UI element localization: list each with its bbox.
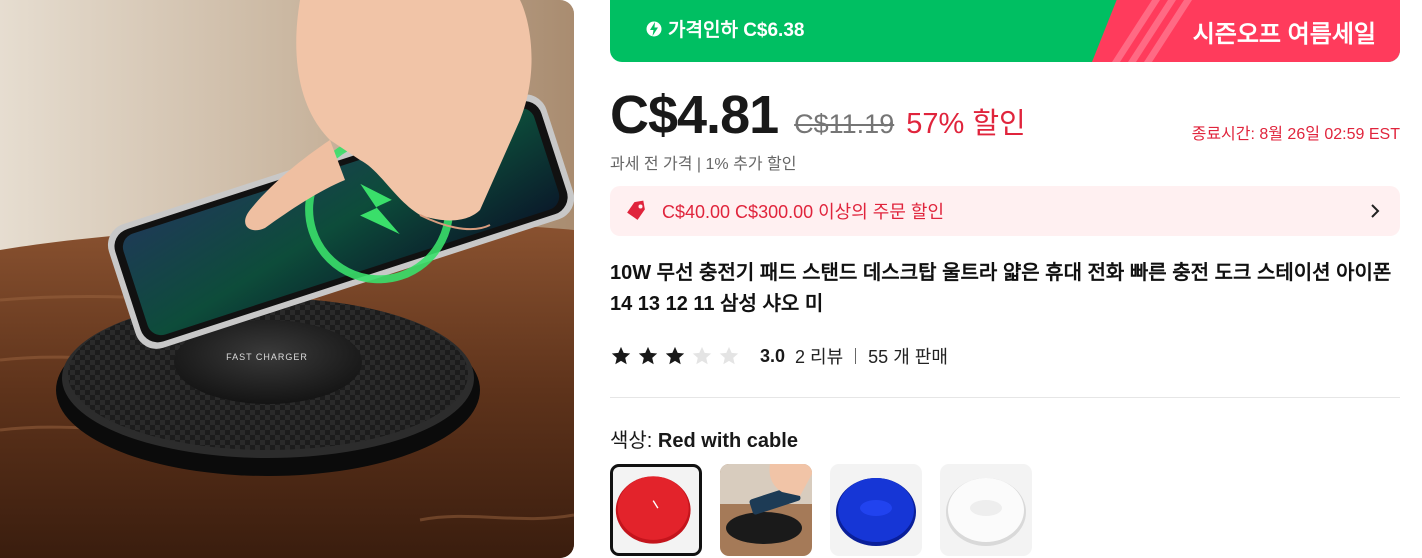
color-option-blue[interactable]	[830, 464, 922, 556]
sale-banner[interactable]: 가격인하 C$6.38 시즌오프 여름세일	[610, 0, 1400, 62]
season-sale-text: 시즌오프 여름세일	[1192, 21, 1376, 48]
discount-percent: 57% 할인	[906, 108, 1026, 140]
coupon-bar[interactable]: C$40.00 C$300.00 이상의 주문 할인	[610, 186, 1400, 236]
color-selected-value: Red with cable	[657, 430, 798, 452]
tax-note: 과세 전 가격 | 1% 추가 할인	[610, 156, 797, 173]
rating-row[interactable]: 3.0 2 리뷰 55 개 판매	[610, 343, 948, 369]
review-count[interactable]: 2 리뷰	[795, 343, 843, 369]
coupon-text: C$40.00 C$300.00 이상의 주문 할인	[662, 202, 945, 222]
blue-charger-thumb	[836, 478, 916, 546]
color-option-photo[interactable]	[720, 464, 812, 556]
star-filled-icon	[611, 346, 631, 365]
section-divider	[610, 397, 1400, 398]
color-label: 색상: Red with cable	[610, 424, 798, 453]
price-row: C$4.81 C$11.19 57% 할인	[610, 84, 1026, 145]
product-info-panel: 가격인하 C$6.38 시즌오프 여름세일 C$4.81 C$11.19 57%…	[610, 0, 1400, 558]
divider	[855, 348, 857, 364]
star-filled-icon	[638, 346, 658, 365]
lightning-bolt-icon	[646, 21, 662, 36]
star-filled-icon	[665, 346, 685, 365]
color-key: 색상:	[610, 430, 658, 452]
sale-end-time: 종료시간: 8월 26일 02:59 EST	[1191, 126, 1400, 143]
star-empty-icon	[719, 346, 739, 365]
chevron-right-icon[interactable]	[1368, 202, 1382, 220]
product-title: 10W 무선 충전기 패드 스탠드 데스크탑 울트라 얇은 휴대 전화 빠른 충…	[610, 262, 1392, 315]
charger-label: FAST CHARGER	[226, 352, 308, 362]
price-drop-text: 가격인하 C$6.38	[668, 20, 805, 41]
white-charger-thumb	[946, 478, 1026, 546]
wireless-charger-photo: FAST CHARGER	[0, 0, 574, 558]
red-charger-thumb	[615, 476, 691, 544]
star-rating	[610, 345, 740, 367]
original-price: C$11.19	[794, 109, 895, 139]
color-swatches	[610, 464, 1032, 556]
star-empty-icon	[692, 346, 712, 365]
rating-value: 3.0	[760, 345, 786, 366]
color-option-white[interactable]	[940, 464, 1032, 556]
season-sale-badge: 시즌오프 여름세일	[1092, 0, 1400, 62]
decorative-stripes-icon	[1112, 0, 1192, 62]
current-price: C$4.81	[610, 85, 779, 145]
price-tag-icon	[627, 200, 645, 220]
sold-count: 55 개 판매	[868, 347, 948, 367]
color-option-red[interactable]	[610, 464, 702, 556]
price-drop-badge: 가격인하 C$6.38	[646, 15, 804, 42]
photo-charger-thumb	[720, 464, 812, 556]
product-main-image[interactable]: FAST CHARGER	[0, 0, 574, 558]
